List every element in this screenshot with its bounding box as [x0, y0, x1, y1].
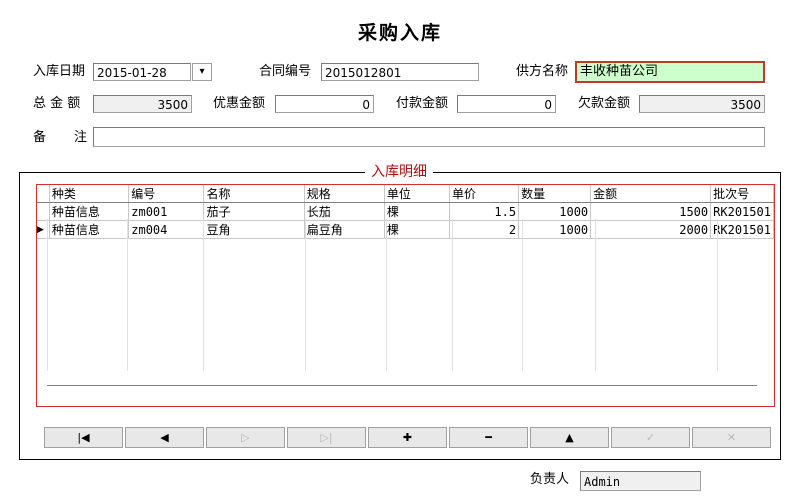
- column-header[interactable]: 数量: [518, 185, 592, 203]
- paid-label: 付款金额: [396, 96, 449, 111]
- column-header[interactable]: 批次号: [710, 185, 774, 203]
- grid-column-line: [305, 219, 306, 371]
- manager-label: 负责人: [530, 472, 570, 487]
- table-cell[interactable]: 1000: [518, 202, 592, 221]
- details-table: 种类 编号 名称 规格 单位 单价 数量 金额 批次号 种苗信息 zm001 茄…: [37, 185, 774, 239]
- column-header[interactable]: 单位: [384, 185, 451, 203]
- nav-prior-button[interactable]: ◀: [125, 427, 204, 448]
- table-cell[interactable]: 2: [449, 220, 520, 239]
- table-cell[interactable]: 扁豆角: [304, 220, 385, 239]
- table-cell[interactable]: 1000: [518, 220, 592, 239]
- remark-label-1: 备: [33, 130, 47, 145]
- nav-last-button[interactable]: ▷|: [287, 427, 366, 448]
- column-header[interactable]: 单价: [449, 185, 520, 203]
- table-cell[interactable]: 种苗信息: [49, 220, 130, 239]
- discount-label: 优惠金额: [213, 96, 266, 111]
- grid-column-line: [595, 219, 596, 371]
- nav-edit-button[interactable]: ▲: [530, 427, 609, 448]
- column-header[interactable]: 种类: [49, 185, 130, 203]
- remark-field[interactable]: [93, 127, 765, 147]
- grid-column-line: [717, 219, 718, 371]
- owed-field: 3500: [639, 95, 765, 113]
- indicator-header: [37, 185, 50, 203]
- remark-label-2: 注: [74, 130, 88, 145]
- close-icon: ✕: [726, 431, 737, 444]
- nav-cancel-button[interactable]: ✕: [692, 427, 771, 448]
- chevron-down-icon: ▾: [199, 66, 205, 77]
- contract-field[interactable]: 2015012801: [321, 63, 479, 81]
- table-cell[interactable]: 1.5: [449, 202, 520, 221]
- table-cell[interactable]: 棵: [384, 202, 451, 221]
- owed-label: 欠款金额: [578, 96, 631, 111]
- column-header[interactable]: 编号: [128, 185, 205, 203]
- grid-column-line: [47, 219, 48, 371]
- nav-first-button[interactable]: |◀: [44, 427, 123, 448]
- grid-column-line: [386, 219, 387, 371]
- first-record-icon: |◀: [77, 431, 90, 444]
- date-field[interactable]: 2015-01-28: [93, 63, 191, 81]
- details-legend: 入库明细: [365, 162, 433, 182]
- grid-column-line: [127, 219, 128, 371]
- last-record-icon: ▷|: [320, 431, 333, 444]
- table-cell[interactable]: zm001: [128, 202, 205, 221]
- table-row[interactable]: ▶ 种苗信息 zm004 豆角 扁豆角 棵 2 1000 2000 RK2015…: [37, 220, 774, 239]
- table-cell[interactable]: 2000: [590, 220, 712, 239]
- details-grid[interactable]: 种类 编号 名称 规格 单位 单价 数量 金额 批次号 种苗信息 zm001 茄…: [36, 184, 775, 407]
- contract-label: 合同编号: [259, 64, 312, 79]
- column-header[interactable]: 名称: [203, 185, 305, 203]
- table-cell[interactable]: 种苗信息: [49, 202, 130, 221]
- nav-delete-button[interactable]: ━: [449, 427, 528, 448]
- table-cell[interactable]: 棵: [384, 220, 451, 239]
- row-indicator: [37, 202, 50, 221]
- grid-column-line: [452, 219, 453, 371]
- table-cell[interactable]: 茄子: [203, 202, 305, 221]
- grid-column-line: [522, 219, 523, 371]
- paid-field[interactable]: 0: [457, 95, 556, 113]
- table-cell[interactable]: 长茄: [304, 202, 385, 221]
- table-header-row: 种类 编号 名称 规格 单位 单价 数量 金额 批次号: [37, 185, 774, 203]
- date-dropdown-button[interactable]: ▾: [192, 63, 212, 81]
- check-icon: ✓: [645, 431, 656, 444]
- supplier-label: 供方名称: [516, 64, 569, 79]
- discount-field[interactable]: 0: [275, 95, 374, 113]
- date-label: 入库日期: [33, 64, 86, 79]
- table-cell[interactable]: RK201501: [710, 220, 774, 239]
- manager-field: Admin: [580, 471, 701, 491]
- total-label: 总 金 额: [33, 96, 81, 111]
- nav-post-button[interactable]: ✓: [611, 427, 690, 448]
- minus-icon: ━: [485, 431, 492, 444]
- column-header[interactable]: 金额: [590, 185, 712, 203]
- next-record-icon: ▷: [241, 431, 250, 444]
- table-cell[interactable]: 1500: [590, 202, 712, 221]
- grid-column-line: [203, 219, 204, 371]
- form-title: 采购入库: [357, 22, 442, 44]
- total-field: 3500: [93, 95, 192, 113]
- grid-bottom-line: [47, 385, 757, 386]
- plus-icon: ✚: [402, 431, 413, 444]
- column-header[interactable]: 规格: [304, 185, 385, 203]
- nav-next-button[interactable]: ▷: [206, 427, 285, 448]
- table-cell[interactable]: 豆角: [203, 220, 305, 239]
- table-cell[interactable]: zm004: [128, 220, 205, 239]
- table-cell[interactable]: RK201501: [710, 202, 774, 221]
- table-row[interactable]: 种苗信息 zm001 茄子 长茄 棵 1.5 1000 1500 RK20150…: [37, 202, 774, 221]
- prior-record-icon: ◀: [160, 431, 169, 444]
- supplier-field[interactable]: 丰收种苗公司: [575, 61, 765, 83]
- edit-icon: ▲: [565, 431, 574, 444]
- nav-insert-button[interactable]: ✚: [368, 427, 447, 448]
